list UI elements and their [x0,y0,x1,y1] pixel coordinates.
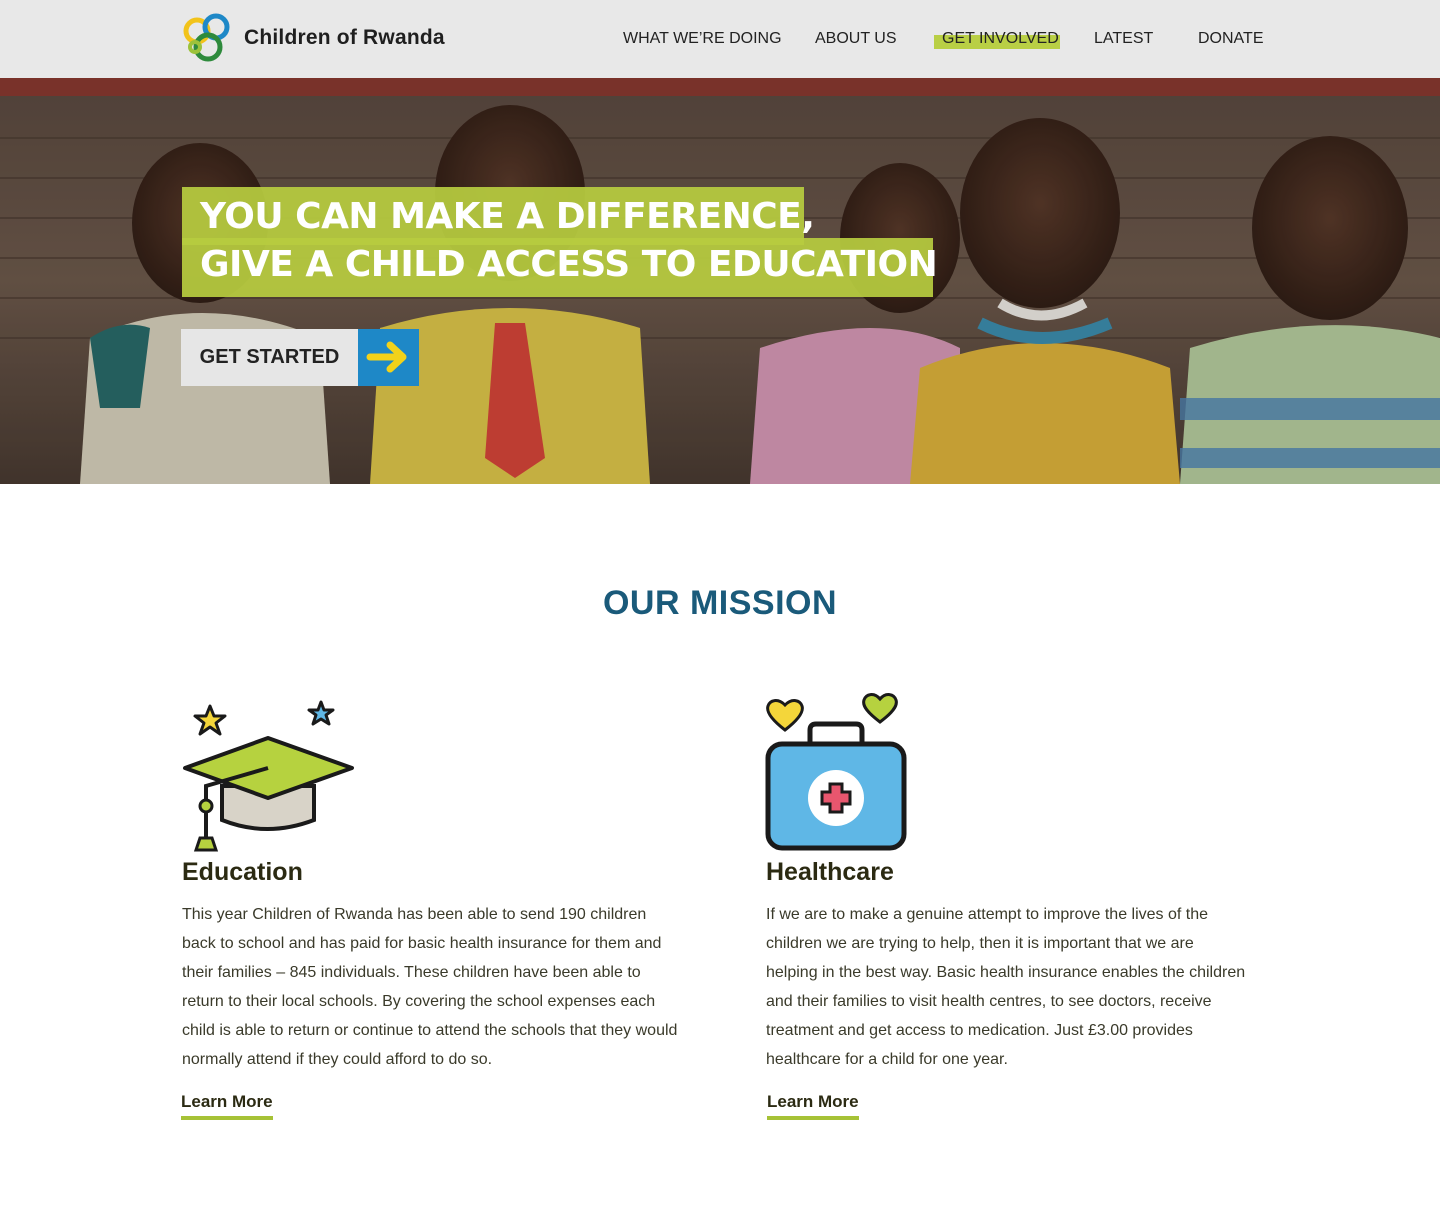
mission-title: OUR MISSION [602,584,838,622]
brand-name[interactable]: Children of Rwanda [244,26,445,50]
healthcare-title: Healthcare [766,858,894,886]
get-started-label: GET STARTED [181,329,358,386]
logo-rings-icon[interactable] [180,11,234,65]
healthcare-learn-more-link[interactable]: Learn More [767,1092,859,1120]
medical-kit-icon [764,688,909,854]
site-header: Children of Rwanda WHAT WE’RE DOING ABOU… [0,0,1440,78]
healthcare-text: If we are to make a genuine attempt to i… [766,906,1246,1068]
nav-item-get-involved[interactable]: GET INVOLVED [942,30,1059,48]
hero-banner: YOU CAN MAKE A DIFFERENCE, GIVE A CHILD … [0,78,1440,484]
nav-item-about-us[interactable]: ABOUT US [815,30,897,48]
education-learn-more-link[interactable]: Learn More [181,1092,273,1120]
education-text: This year Children of Rwanda has been ab… [182,906,678,1068]
get-started-button[interactable]: GET STARTED [181,329,419,386]
nav-item-what-were-doing[interactable]: WHAT WE’RE DOING [623,30,782,48]
hero-headline-line1: YOU CAN MAKE A DIFFERENCE, [200,196,815,237]
hero-headline-line2: GIVE A CHILD ACCESS TO EDUCATION [200,244,938,285]
nav-item-latest[interactable]: LATEST [1094,30,1153,48]
arrow-right-icon [358,329,419,386]
graduation-cap-icon [182,698,357,858]
education-title: Education [182,858,303,886]
nav-item-donate[interactable]: DONATE [1198,30,1263,48]
